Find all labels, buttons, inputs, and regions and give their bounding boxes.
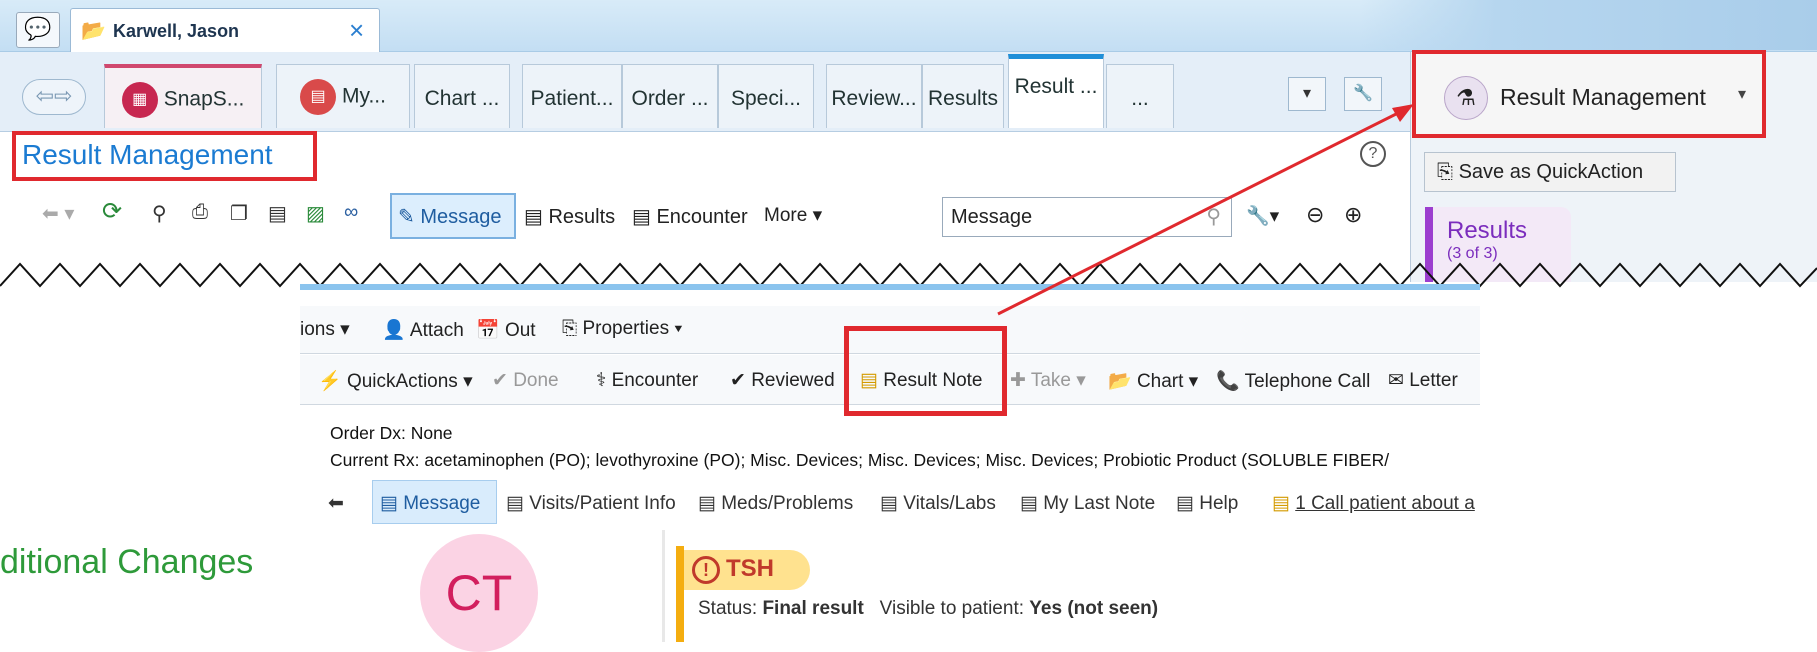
encounter-button[interactable]: ▤ Encounter	[632, 204, 748, 229]
results-button[interactable]: ▤ Results	[524, 204, 615, 229]
task-icon: ▤	[1272, 493, 1296, 514]
letter-button[interactable]: ✉ Letter	[1388, 369, 1458, 392]
tab-vitals-labs[interactable]: ▤ Vitals/Labs	[880, 492, 996, 515]
tab-my-last-note[interactable]: ▤ My Last Note	[1020, 492, 1155, 515]
edit-icon: ✎	[398, 206, 421, 228]
divider	[662, 530, 665, 642]
folder-icon: 📂	[1108, 371, 1137, 392]
order-dx: Order Dx: None	[330, 423, 453, 443]
tab-order[interactable]: Order ...	[622, 64, 718, 128]
options-menu[interactable]: ions ▾	[300, 318, 350, 341]
print-icon[interactable]: ⎙	[192, 201, 208, 224]
decorative-banner	[1360, 0, 1817, 50]
phone-icon: 📞	[1216, 371, 1245, 392]
tools-icon[interactable]: 🔧▾	[1246, 204, 1279, 228]
calendar-icon: 📅	[476, 320, 505, 341]
page-title: Result Management	[12, 131, 317, 181]
activity-tabs-row: ⇦⇨ ▦ SnapS... ▤ My... Chart ... Patient...…	[0, 52, 1410, 132]
back-arrow-icon[interactable]: ⬅ ▾	[42, 201, 74, 226]
avatar: CT	[420, 534, 538, 652]
properties-icon: ⎘	[562, 318, 583, 339]
done-button[interactable]: ✔ Done	[492, 369, 559, 392]
copy-icon[interactable]: ❐	[230, 201, 248, 226]
snapshot-icon: ▦	[121, 82, 158, 118]
chart-menu[interactable]: 📂 Chart ▾	[1108, 369, 1198, 393]
tab-review[interactable]: Review...	[826, 64, 922, 128]
tab-chart[interactable]: Chart ...	[414, 64, 510, 128]
zoom-in-icon[interactable]: ⊕	[1344, 202, 1362, 228]
zoom-out-icon[interactable]: ⊖	[1306, 202, 1324, 228]
telephone-call-button[interactable]: 📞 Telephone Call	[1216, 369, 1370, 393]
tab-more[interactable]: ...	[1106, 64, 1174, 128]
tab-snapshot[interactable]: ▦ SnapS...	[104, 64, 262, 128]
chevron-down-icon[interactable]: ▾	[1738, 84, 1746, 104]
back-arrow-icon[interactable]: ⬅	[328, 492, 344, 515]
out-button[interactable]: 📅 Out	[476, 318, 536, 342]
current-rx: Current Rx: acetaminophen (PO); levothyr…	[330, 450, 1390, 470]
chevron-down-icon[interactable]: ▾	[1288, 77, 1326, 111]
save-quickaction-button[interactable]: ⎘ Save as QuickAction	[1424, 152, 1676, 192]
slide-caption: ditional Changes	[0, 543, 254, 581]
tab-meds-problems[interactable]: ▤ Meds/Problems	[698, 492, 853, 515]
tab-results[interactable]: Results	[922, 64, 1004, 128]
patient-tab[interactable]: 📂 Karwell, Jason ×	[70, 8, 380, 52]
alert-icon: !	[692, 555, 720, 584]
more-menu[interactable]: More ▾	[764, 204, 822, 227]
quickactions-menu[interactable]: ⚡ QuickActions ▾	[318, 369, 473, 393]
my-chart-icon: ▤	[300, 79, 337, 115]
back-forward-arrows[interactable]: ⇦⇨	[22, 79, 86, 115]
reviewed-button[interactable]: ✔ Reviewed	[730, 369, 835, 392]
close-icon[interactable]: ×	[349, 15, 364, 46]
result-management-activity-button[interactable]: ⚗ Result Management ▾	[1412, 50, 1766, 138]
folder-icon: 📂	[81, 20, 106, 42]
link-icon[interactable]: ∞	[344, 201, 358, 224]
properties-menu[interactable]: ⎘ Properties ▾	[562, 318, 682, 340]
quickaction-icon: ⎘	[1437, 161, 1459, 183]
stethoscope-icon: ⚕	[596, 370, 612, 391]
help-icon[interactable]: ?	[1360, 141, 1386, 167]
check-icon: ✔	[730, 370, 752, 391]
attach-button[interactable]: 👤 Attach	[382, 318, 464, 342]
patient-tab-label: Karwell, Jason	[113, 21, 240, 41]
result-note-highlight	[844, 326, 1007, 416]
tab-message-label: ▤ Message	[380, 493, 481, 514]
message-button[interactable]: ✎ Message	[390, 193, 516, 239]
take-menu[interactable]: ✚ Take ▾	[1010, 369, 1086, 392]
chat-icon[interactable]: 💬	[16, 12, 60, 48]
result-status-line: Status: Final result Visible to patient:…	[698, 598, 1159, 619]
tab-patient[interactable]: Patient...	[522, 64, 622, 128]
person-icon: 👤	[382, 320, 410, 341]
image-icon[interactable]: ▨	[306, 201, 325, 226]
encounter-action-button[interactable]: ⚕ Encounter	[596, 369, 698, 392]
refresh-icon[interactable]: ⟳	[102, 197, 122, 226]
tab-result-management[interactable]: Result ...	[1008, 54, 1104, 128]
flask-icon: ⚗	[1444, 76, 1488, 120]
tab-my[interactable]: ▤ My...	[276, 64, 410, 128]
tab-help[interactable]: ▤ Help	[1176, 492, 1238, 515]
lightning-icon: ⚡	[318, 371, 347, 392]
task-call-patient[interactable]: ▤ 1 Call patient about a	[1272, 492, 1475, 515]
search-icon[interactable]: ⚲	[1206, 204, 1221, 229]
order-info: Order Dx: None Current Rx: acetaminophen…	[330, 420, 1389, 474]
wrench-icon[interactable]: 🔧	[1344, 77, 1382, 111]
tab-visits-patient-info[interactable]: ▤ Visits/Patient Info	[506, 492, 676, 515]
search-input[interactable]: Message ⚲	[942, 197, 1232, 237]
paste-icon[interactable]: ▤	[268, 201, 287, 226]
binoculars-icon[interactable]: ⚲	[152, 201, 167, 226]
result-name-badge[interactable]: ! TSH	[684, 550, 810, 590]
tab-specimen[interactable]: Speci...	[718, 64, 814, 128]
letter-icon: ✉	[1388, 370, 1410, 391]
